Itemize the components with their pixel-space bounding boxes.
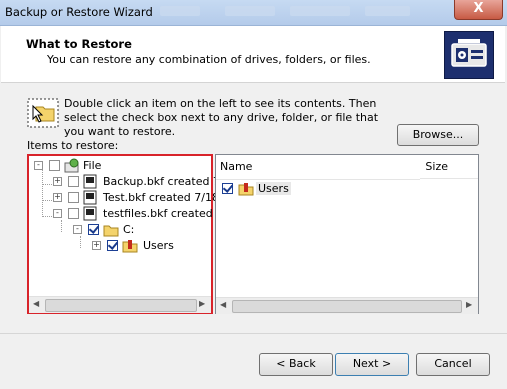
window-title: Backup or Restore Wizard xyxy=(5,5,153,19)
background-ghost xyxy=(290,6,350,16)
wizard-header: What to Restore You can restore any comb… xyxy=(1,26,505,83)
expand-icon[interactable]: + xyxy=(53,177,62,186)
page-subtitle: You can restore any combination of drive… xyxy=(47,53,371,66)
items-list[interactable]: Name Size Users ◀ ▶ xyxy=(215,154,479,314)
items-to-restore-label: Items to restore: xyxy=(27,139,119,152)
page-title: What to Restore xyxy=(26,37,132,51)
cancel-button[interactable]: Cancel xyxy=(416,353,490,376)
scroll-thumb[interactable] xyxy=(232,300,462,313)
list-item-label: Users xyxy=(256,182,291,195)
browse-button[interactable]: Browse... xyxy=(397,124,479,146)
tree-item-file[interactable]: - File xyxy=(29,158,209,174)
tree-checkbox[interactable] xyxy=(68,208,79,219)
tree-item-label: C: xyxy=(123,223,135,236)
list-item-users[interactable]: Users xyxy=(220,181,300,197)
background-ghost xyxy=(365,6,410,16)
tree-item-backup-bkf[interactable]: + Backup.bkf created 7 xyxy=(29,174,220,190)
tree-item-label: Test.bkf created 7/18 xyxy=(103,191,219,204)
users-folder-icon xyxy=(238,181,254,199)
background-ghost xyxy=(225,6,275,16)
expand-icon[interactable]: + xyxy=(92,241,101,250)
backup-restore-icon xyxy=(444,31,494,79)
users-folder-icon xyxy=(122,238,138,256)
folder-click-icon xyxy=(27,98,59,128)
scroll-left-icon[interactable]: ◀ xyxy=(33,299,39,308)
list-checkbox[interactable] xyxy=(222,183,233,194)
next-button[interactable]: Next > xyxy=(335,353,409,376)
tree-item-users[interactable]: + Users xyxy=(29,238,209,254)
tree-checkbox[interactable] xyxy=(68,176,79,187)
tree-checkbox[interactable] xyxy=(88,224,99,235)
tree-item-label: Users xyxy=(143,239,174,252)
tree-checkbox[interactable] xyxy=(49,160,60,171)
list-horizontal-scrollbar[interactable]: ◀ ▶ xyxy=(216,297,478,314)
column-header-name[interactable]: Name xyxy=(216,155,420,180)
collapse-icon[interactable]: - xyxy=(73,225,82,234)
items-tree[interactable]: - File + Backup.bkf created 7 + Test.bkf… xyxy=(27,154,223,314)
tree-checkbox[interactable] xyxy=(68,192,79,203)
collapse-icon[interactable]: - xyxy=(34,161,43,170)
scroll-thumb[interactable] xyxy=(45,299,197,312)
back-button[interactable]: < Back xyxy=(259,353,333,376)
instructions-text: Double click an item on the left to see … xyxy=(64,97,379,138)
collapse-icon[interactable]: - xyxy=(53,209,62,218)
close-icon: X xyxy=(473,1,484,16)
tree-item-test-bkf[interactable]: + Test.bkf created 7/18 xyxy=(29,190,219,206)
scroll-right-icon[interactable]: ▶ xyxy=(199,299,205,308)
scroll-left-icon[interactable]: ◀ xyxy=(220,300,226,309)
close-button[interactable]: X xyxy=(454,0,503,20)
scroll-right-icon[interactable]: ▶ xyxy=(466,300,472,309)
tree-horizontal-scrollbar[interactable]: ◀ ▶ xyxy=(29,296,211,313)
background-ghost xyxy=(160,6,200,16)
column-header-size[interactable]: Size xyxy=(420,155,478,179)
tree-item-label: File xyxy=(83,159,102,172)
expand-icon[interactable]: + xyxy=(53,193,62,202)
title-bar: Backup or Restore Wizard X xyxy=(0,0,507,26)
tree-item-label: Backup.bkf created 7 xyxy=(103,175,220,188)
tree-item-testfiles-bkf[interactable]: - testfiles.bkf created 8 xyxy=(29,206,223,222)
tree-checkbox[interactable] xyxy=(107,240,118,251)
tree-item-drive-c[interactable]: - C: xyxy=(29,222,209,238)
footer-divider xyxy=(0,333,507,334)
tree-item-label: testfiles.bkf created 8 xyxy=(103,207,224,220)
